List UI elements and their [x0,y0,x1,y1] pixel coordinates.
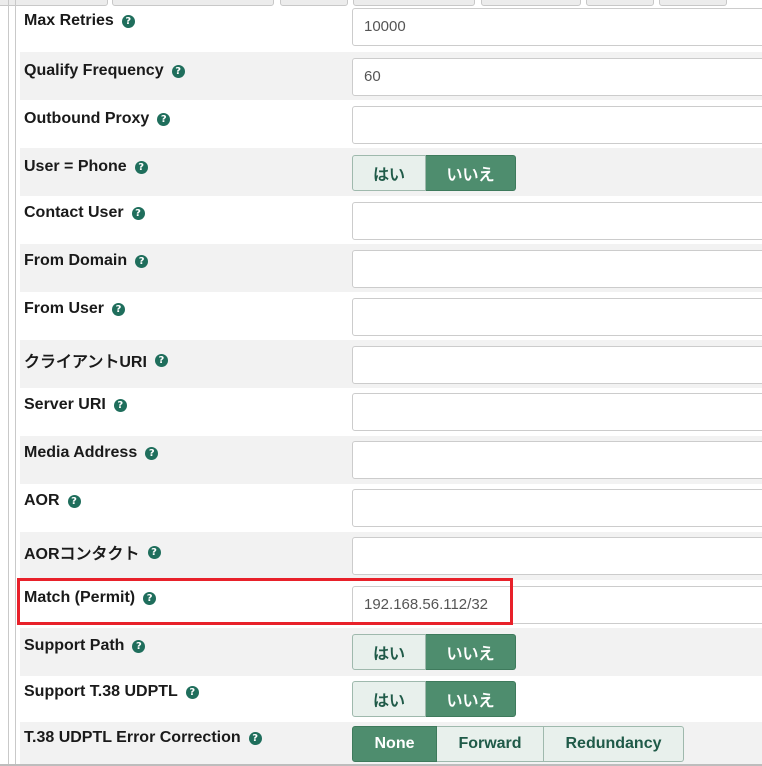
help-icon[interactable]: ? [154,353,168,367]
no-button[interactable]: いいえ [426,681,516,717]
left-rail [8,0,9,766]
help-icon[interactable]: ? [112,302,126,316]
yes-button[interactable]: はい [352,634,426,670]
no-button[interactable]: いいえ [426,634,516,670]
row-from-domain: From Domain ? [20,244,762,292]
none-button[interactable]: None [352,726,437,762]
field-label: Server URI ? [24,396,127,414]
help-icon[interactable]: ? [157,112,171,126]
help-icon[interactable]: ? [185,685,199,699]
help-icon[interactable]: ? [132,639,146,653]
max-retries-input[interactable]: 10000 [352,8,762,46]
t38-error-correction-toggle: None Forward Redundancy [352,726,684,762]
forward-button[interactable]: Forward [437,726,544,762]
field-label: From Domain ? [24,252,149,270]
field-label: AOR ? [24,492,81,510]
field-label: Outbound Proxy ? [24,110,171,128]
field-label: AORコンタクト ? [24,540,161,564]
row-contact-user: Contact User ? [20,196,762,244]
field-label: User = Phone ? [24,158,148,176]
help-icon[interactable]: ? [248,731,262,745]
help-icon[interactable]: ? [143,591,157,605]
row-match-permit: Match (Permit) ? 192.168.56.112/32 [20,580,762,628]
row-user-phone: User = Phone ? はい いいえ [20,148,762,196]
field-label: Match (Permit) ? [24,589,157,607]
field-label: Qualify Frequency ? [24,62,185,80]
row-max-retries: Max Retries ? 10000 [20,4,762,52]
aor-contact-input[interactable] [352,537,762,575]
field-label: T.38 UDPTL Error Correction ? [24,729,262,747]
row-media-address: Media Address ? [20,436,762,484]
row-outbound-proxy: Outbound Proxy ? [20,100,762,148]
row-aor: AOR ? [20,484,762,532]
row-support-t38-udptl: Support T.38 UDPTL ? はい いいえ [20,676,762,724]
row-aor-contact: AORコンタクト ? [20,532,762,580]
contact-user-input[interactable] [352,202,762,240]
help-icon[interactable]: ? [171,64,185,78]
help-icon[interactable]: ? [67,494,81,508]
help-icon[interactable]: ? [131,206,145,220]
media-address-input[interactable] [352,441,762,479]
settings-page: Max Retries ? 10000 Qualify Frequency ? … [0,0,762,766]
field-label: Max Retries ? [24,12,135,30]
row-qualify-frequency: Qualify Frequency ? 60 [20,52,762,100]
field-label: Support Path ? [24,637,146,655]
user-phone-toggle: はい いいえ [352,155,516,191]
aor-input[interactable] [352,489,762,527]
help-icon[interactable]: ? [145,446,159,460]
qualify-frequency-input[interactable]: 60 [352,58,762,96]
field-label: Contact User ? [24,204,145,222]
no-button[interactable]: いいえ [426,155,516,191]
field-label: Support T.38 UDPTL ? [24,683,199,701]
outbound-proxy-input[interactable] [352,106,762,144]
row-server-uri: Server URI ? [20,388,762,436]
match-permit-input[interactable]: 192.168.56.112/32 [352,586,762,624]
field-label: クライアントURI ? [24,348,168,372]
from-domain-input[interactable] [352,250,762,288]
client-uri-input[interactable] [352,346,762,384]
field-label: From User ? [24,300,126,318]
yes-button[interactable]: はい [352,155,426,191]
server-uri-input[interactable] [352,393,762,431]
help-icon[interactable]: ? [121,14,135,28]
support-path-toggle: はい いいえ [352,634,516,670]
redundancy-button[interactable]: Redundancy [544,726,684,762]
row-support-path: Support Path ? はい いいえ [20,628,762,676]
row-t38-error-correction: T.38 UDPTL Error Correction ? None Forwa… [20,722,762,766]
help-icon[interactable]: ? [147,545,161,559]
from-user-input[interactable] [352,298,762,336]
left-rail-inner [15,0,16,766]
field-label: Media Address ? [24,444,159,462]
row-from-user: From User ? [20,292,762,340]
help-icon[interactable]: ? [113,398,127,412]
row-client-uri: クライアントURI ? [20,340,762,388]
support-t38-toggle: はい いいえ [352,681,516,717]
help-icon[interactable]: ? [135,254,149,268]
help-icon[interactable]: ? [134,160,148,174]
yes-button[interactable]: はい [352,681,426,717]
